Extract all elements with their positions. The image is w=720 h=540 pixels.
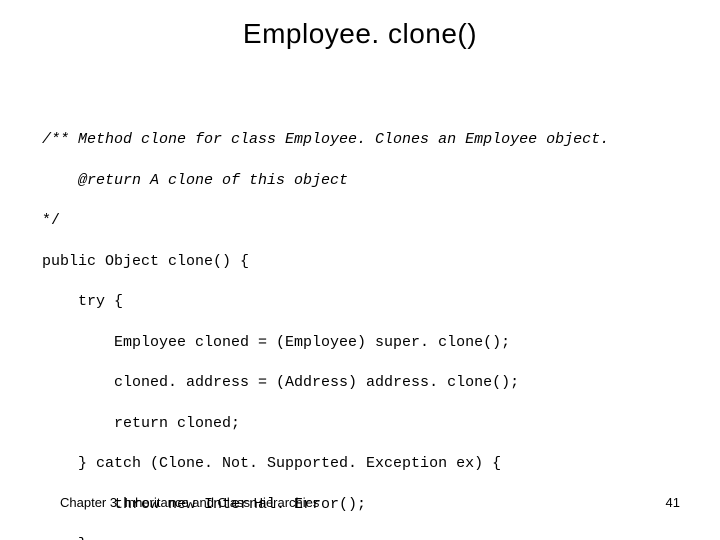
code-line: cloned. address = (Address) address. clo… [42, 373, 609, 393]
page-number: 41 [666, 495, 680, 510]
code-line: } [42, 535, 609, 540]
slide: Employee. clone() /** Method clone for c… [0, 0, 720, 540]
slide-title: Employee. clone() [0, 18, 720, 50]
code-line: public Object clone() { [42, 252, 609, 272]
code-line: try { [42, 292, 609, 312]
code-line: */ [42, 211, 609, 231]
code-line: /** Method clone for class Employee. Clo… [42, 130, 609, 150]
code-line: return cloned; [42, 414, 609, 434]
code-line: Employee cloned = (Employee) super. clon… [42, 333, 609, 353]
code-line: } catch (Clone. Not. Supported. Exceptio… [42, 454, 609, 474]
code-block: /** Method clone for class Employee. Clo… [42, 110, 609, 540]
code-line: @return A clone of this object [42, 171, 609, 191]
footer-chapter: Chapter 3: Inheritance and Class Hierarc… [60, 495, 319, 510]
